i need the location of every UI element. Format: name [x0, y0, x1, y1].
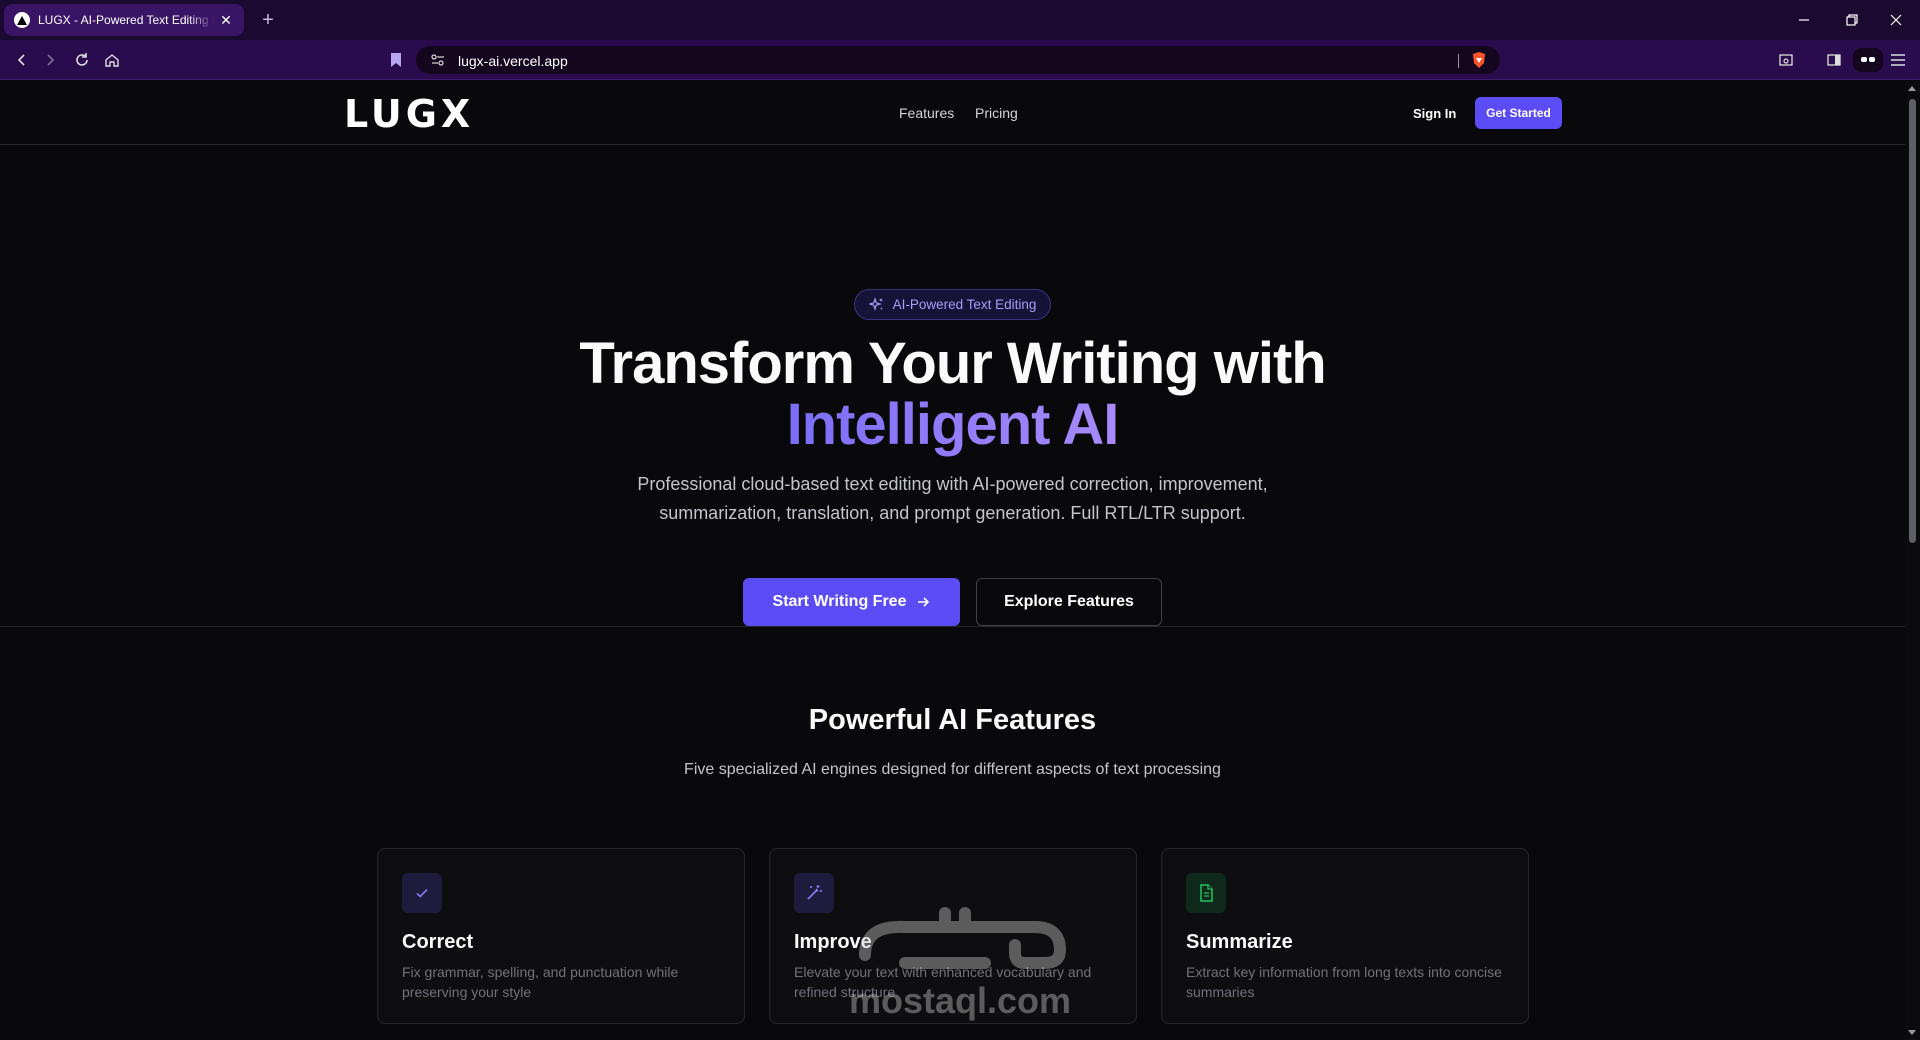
address-bar[interactable]: lugx-ai.vercel.app — [416, 46, 1500, 74]
hero-title-line2: Intelligent AI — [0, 391, 1905, 458]
nav-link-features[interactable]: Features — [899, 105, 954, 121]
bookmark-icon[interactable] — [384, 48, 408, 72]
page: LUGX Features Pricing Sign In Get Starte… — [0, 81, 1905, 1040]
scroll-down-arrow-icon[interactable] — [1908, 1030, 1916, 1035]
plus-icon[interactable]: + — [256, 8, 280, 32]
feature-card-title: Correct — [402, 931, 474, 953]
hero-subtitle-line1: Professional cloud-based text editing wi… — [637, 474, 1268, 494]
reload-icon[interactable] — [70, 48, 94, 72]
mostaql-watermark-text: mostaql.com — [848, 980, 1072, 1021]
hero-section: AI-Powered Text Editing Transform Your W… — [0, 146, 1905, 626]
explore-features-button[interactable]: Explore Features — [976, 578, 1162, 626]
browser-tab[interactable]: LUGX - AI-Powered Text Editing Platform … — [4, 4, 244, 36]
scroll-up-arrow-icon[interactable] — [1908, 86, 1916, 91]
close-window-icon[interactable] — [1884, 8, 1908, 32]
tab-close-icon[interactable]: ✕ — [218, 12, 234, 28]
section-divider — [0, 626, 1905, 627]
features-title: Powerful AI Features — [808, 704, 1097, 736]
feature-card-summarize[interactable]: Summarize Extract key information from l… — [1161, 848, 1529, 1024]
feature-card-correct[interactable]: Correct Fix grammar, spelling, and punct… — [377, 848, 745, 1024]
document-icon — [1186, 873, 1226, 913]
wallet-icon[interactable] — [1853, 48, 1883, 72]
feature-card-title: Summarize — [1186, 931, 1293, 953]
browser-tab-bar: LUGX - AI-Powered Text Editing Platform … — [0, 0, 1920, 40]
feature-card-description: Fix grammar, spelling, and punctuation w… — [402, 964, 679, 1000]
minimize-icon[interactable] — [1792, 8, 1816, 32]
hero-title-highlight: Intelligent AI — [786, 392, 1120, 457]
url-text[interactable]: lugx-ai.vercel.app — [458, 53, 568, 69]
get-started-button[interactable]: Get Started — [1475, 97, 1562, 129]
tab-search-icon[interactable] — [1774, 48, 1798, 72]
nav-link-pricing[interactable]: Pricing — [975, 105, 1018, 121]
check-icon — [402, 873, 442, 913]
start-writing-button[interactable]: Start Writing Free — [743, 578, 960, 626]
brave-shield-icon[interactable] — [1470, 51, 1488, 69]
menu-icon[interactable] — [1886, 48, 1910, 72]
hero-badge: AI-Powered Text Editing — [854, 289, 1051, 320]
arrow-right-icon — [918, 597, 930, 607]
features-subtitle: Five specialized AI engines designed for… — [684, 761, 1221, 778]
start-writing-label: Start Writing Free — [772, 593, 907, 610]
site-settings-icon[interactable] — [430, 52, 446, 68]
home-icon[interactable] — [100, 48, 124, 72]
lugx-logo[interactable]: LUGX — [344, 95, 516, 131]
page-scrollbar[interactable] — [1905, 81, 1920, 1040]
url-separator — [1458, 54, 1459, 68]
magic-wand-icon — [794, 873, 834, 913]
sparkles-icon — [868, 296, 883, 311]
scrollbar-thumb[interactable] — [1909, 99, 1916, 543]
restore-icon[interactable] — [1840, 8, 1864, 32]
sign-in-link[interactable]: Sign In — [1413, 106, 1456, 121]
vercel-favicon-icon — [14, 12, 30, 28]
hero-subtitle: Professional cloud-based text editing wi… — [560, 470, 1345, 528]
hero-title-line1: Transform Your Writing with — [579, 331, 1326, 396]
hero-subtitle-line2: summarization, translation, and prompt g… — [659, 503, 1246, 523]
sidebar-icon[interactable] — [1822, 48, 1846, 72]
mostaql-watermark-logo — [859, 907, 1067, 969]
hero-badge-text: AI-Powered Text Editing — [892, 297, 1037, 312]
svg-text:LUGX: LUGX — [344, 95, 474, 131]
forward-icon[interactable] — [38, 48, 62, 72]
browser-toolbar: lugx-ai.vercel.app — [0, 40, 1920, 80]
feature-card-description: Extract key information from long texts … — [1186, 964, 1502, 1000]
tab-title: LUGX - AI-Powered Text Editing Platform — [38, 13, 214, 27]
back-icon[interactable] — [10, 48, 34, 72]
site-navbar: LUGX Features Pricing Sign In Get Starte… — [0, 81, 1905, 145]
